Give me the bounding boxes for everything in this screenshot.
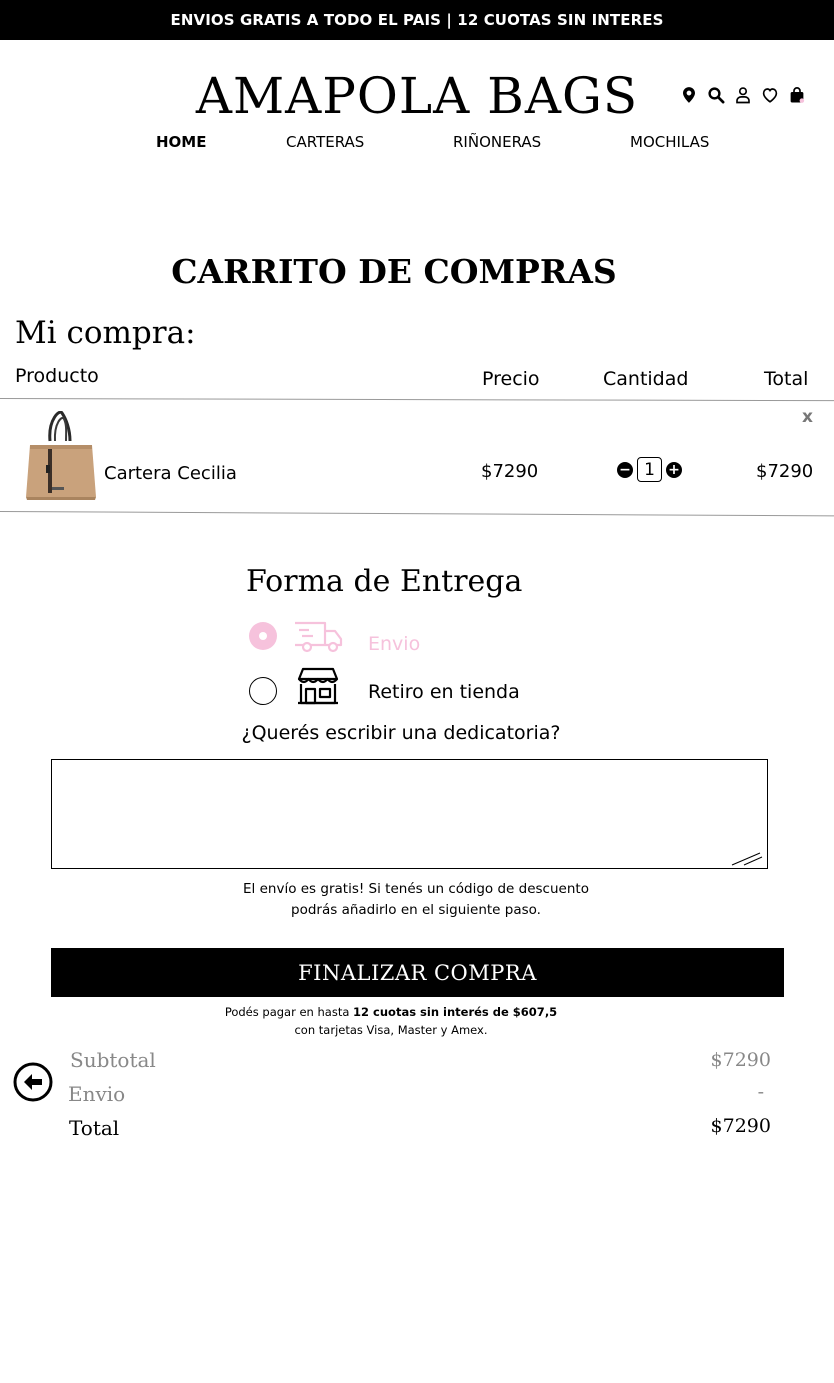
subtotal-label: Subtotal: [70, 1048, 156, 1072]
product-total: $7290: [756, 461, 814, 482]
divider: [0, 511, 834, 517]
page-title: CARRITO DE COMPRAS: [171, 252, 617, 291]
total-value: $7290: [710, 1115, 771, 1137]
subtotal-value: $7290: [710, 1049, 771, 1071]
delivery-option-envio-radio[interactable]: [249, 622, 277, 650]
decrease-quantity-button[interactable]: −: [617, 461, 633, 478]
payment-note-installments: 12 cuotas sin interés de $607,5: [353, 1005, 558, 1019]
column-header-quantity: Cantidad: [603, 368, 689, 390]
dedication-question: ¿Querés escribir una dedicatoria?: [241, 722, 561, 744]
product-price: $7290: [481, 461, 539, 482]
column-header-product: Producto: [15, 365, 99, 387]
delivery-option-store-label[interactable]: Retiro en tienda: [368, 680, 520, 704]
promo-banner-text: ENVIOS GRATIS A TODO EL PAIS | 12 CUOTAS…: [170, 11, 664, 29]
shipping-note: El envío es gratis! Si tenés un código d…: [0, 879, 834, 921]
main-nav: HOME CARTERAS RIÑONERAS MOCHILAS: [0, 133, 834, 153]
user-icon[interactable]: [734, 86, 752, 104]
promo-banner: ENVIOS GRATIS A TODO EL PAIS | 12 CUOTAS…: [0, 0, 834, 40]
quantity-stepper: − 1 +: [617, 457, 682, 482]
shipping-label: Envio: [68, 1082, 126, 1106]
nav-item-rinoneras[interactable]: RIÑONERAS: [453, 133, 541, 151]
shipping-value: -: [757, 1081, 764, 1103]
delivery-option-envio-label[interactable]: Envio: [368, 632, 420, 656]
payment-note: Podés pagar en hasta 12 cuotas sin inter…: [0, 1003, 782, 1039]
payment-note-cards: con tarjetas Visa, Master y Amex.: [294, 1023, 488, 1037]
nav-item-carteras[interactable]: CARTERAS: [286, 133, 364, 151]
shipping-note-line1: El envío es gratis! Si tenés un código d…: [243, 881, 589, 897]
divider: [0, 398, 834, 402]
delivery-method-heading: Forma de Entrega: [246, 564, 523, 599]
increase-quantity-button[interactable]: +: [666, 461, 682, 478]
delivery-option-store-radio[interactable]: [249, 677, 277, 705]
location-pin-icon[interactable]: [680, 86, 698, 104]
payment-note-prefix: Podés pagar en hasta: [224, 1005, 354, 1019]
shipping-note-line2: podrás añadirlo en el siguiente paso.: [291, 902, 541, 918]
search-icon[interactable]: [707, 86, 725, 104]
my-purchase-heading: Mi compra:: [15, 315, 196, 351]
back-arrow-icon[interactable]: [13, 1062, 53, 1102]
product-image[interactable]: [22, 411, 98, 503]
heart-icon[interactable]: [761, 86, 779, 104]
total-label: Total: [69, 1116, 120, 1140]
shopping-bag-icon[interactable]: [788, 86, 806, 104]
store-icon: [297, 667, 339, 705]
column-header-price: Precio: [482, 368, 540, 390]
remove-item-button[interactable]: x: [802, 407, 813, 427]
column-header-total: Total: [764, 368, 809, 390]
product-name[interactable]: Cartera Cecilia: [104, 462, 237, 486]
resize-handle-icon[interactable]: [730, 852, 764, 866]
header-icons: [680, 86, 806, 104]
dedication-textarea[interactable]: [51, 759, 768, 869]
nav-item-mochilas[interactable]: MOCHILAS: [630, 133, 709, 151]
nav-item-home[interactable]: HOME: [156, 133, 206, 151]
finalize-purchase-button[interactable]: FINALIZAR COMPRA: [51, 948, 784, 997]
truck-icon: [295, 621, 343, 653]
quantity-value[interactable]: 1: [637, 457, 662, 482]
